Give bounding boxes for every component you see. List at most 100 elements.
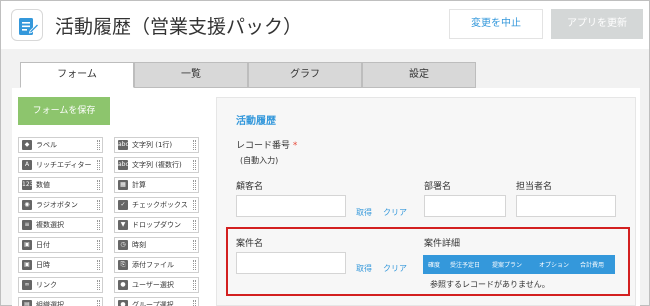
palette-item-label: ドロップダウン xyxy=(132,221,181,229)
palette-item-label: 日時 xyxy=(36,261,50,269)
cancel-changes-button[interactable]: 変更を中止 xyxy=(449,9,543,39)
number-icon: 123 xyxy=(22,180,34,190)
palette-item[interactable]: ◷ 時刻 xyxy=(114,237,199,253)
related-column: 受注予定日 xyxy=(450,262,481,269)
case-fetch-link[interactable]: 取得 xyxy=(356,263,372,274)
palette-item-label: ユーザー選択 xyxy=(132,281,174,289)
drag-handle-icon[interactable] xyxy=(97,160,100,170)
rich-editor-icon: A xyxy=(22,160,32,170)
calculator-icon: ▦ xyxy=(118,180,128,190)
checkbox-icon: ✓ xyxy=(118,200,128,210)
drag-handle-icon[interactable] xyxy=(97,180,100,190)
tab-list[interactable]: 一覧 xyxy=(134,62,248,88)
link-icon: ∞ xyxy=(22,280,32,290)
palette-item[interactable]: ▣ 日付 xyxy=(18,237,103,253)
drag-handle-icon[interactable] xyxy=(193,200,196,210)
update-app-button[interactable]: アプリを更新 xyxy=(551,9,643,39)
palette-item[interactable]: A リッチエディター xyxy=(18,157,103,173)
case-clear-link[interactable]: クリア xyxy=(383,263,407,274)
drag-handle-icon[interactable] xyxy=(97,240,100,250)
palette-item-label: 日付 xyxy=(36,241,50,249)
app-title: 活動履歴（営業支援パック） xyxy=(55,16,303,38)
person-label: 担当者名 xyxy=(516,182,553,192)
palette-item[interactable]: ◆ ラベル xyxy=(18,137,103,153)
related-column: オプション xyxy=(539,262,570,269)
related-column: 提案プラン xyxy=(492,262,523,269)
drag-handle-icon[interactable] xyxy=(193,220,196,230)
tab-form[interactable]: フォーム xyxy=(20,62,134,88)
drag-handle-icon[interactable] xyxy=(193,240,196,250)
palette-item[interactable]: ▦ 計算 xyxy=(114,177,199,193)
palette-item-label: ラジオボタン xyxy=(36,201,78,209)
related-records-header: 確度 受注予定日 提案プラン オプション 合計費用 xyxy=(423,255,615,274)
drag-handle-icon[interactable] xyxy=(193,280,196,290)
section-title: 活動履歴 xyxy=(236,116,276,127)
palette-item-label: グループ選択 xyxy=(132,301,174,306)
required-mark: * xyxy=(292,141,298,151)
settings-tabs: フォーム 一覧 グラフ 設定 xyxy=(20,62,478,88)
save-form-button[interactable]: フォームを保存 xyxy=(18,97,110,125)
case-input[interactable] xyxy=(236,252,346,274)
label-icon: ◆ xyxy=(22,140,32,150)
palette-item-label: リンク xyxy=(36,281,57,289)
palette-item[interactable]: ✓ チェックボックス xyxy=(114,197,199,213)
user-select-icon: ● xyxy=(118,280,128,290)
drag-handle-icon[interactable] xyxy=(97,260,100,270)
date-icon: ▣ xyxy=(22,240,32,250)
palette-item-label: 文字列 (1行) xyxy=(132,141,173,149)
text-multi-icon: abc xyxy=(118,160,129,170)
palette-item-label: 計算 xyxy=(132,181,146,189)
drag-handle-icon[interactable] xyxy=(97,280,100,290)
department-label: 部署名 xyxy=(424,182,452,192)
palette-item-label: 文字列 (複数行) xyxy=(132,161,182,169)
palette-item-label: 数値 xyxy=(36,181,50,189)
text-single-icon: abc xyxy=(118,140,129,150)
app-icon xyxy=(11,9,43,41)
palette-item[interactable]: ▼ ドロップダウン xyxy=(114,217,199,233)
dropdown-icon: ▼ xyxy=(118,220,128,230)
person-input[interactable] xyxy=(516,195,616,217)
palette-item-label: 複数選択 xyxy=(36,221,64,229)
auto-input-note: (自動入力) xyxy=(240,156,279,165)
drag-handle-icon[interactable] xyxy=(193,180,196,190)
attachment-icon: ⎘ xyxy=(118,260,128,270)
record-number-label: レコード番号 * xyxy=(236,141,298,151)
drag-handle-icon[interactable] xyxy=(97,200,100,210)
palette-item[interactable]: abc 文字列 (複数行) xyxy=(114,157,199,173)
palette-item[interactable]: ▣ 日時 xyxy=(18,257,103,273)
drag-handle-icon[interactable] xyxy=(97,220,100,230)
related-column: 確度 xyxy=(428,262,441,269)
palette-item-label: チェックボックス xyxy=(132,201,188,209)
palette-item[interactable]: ● グループ選択 xyxy=(114,297,199,306)
tab-graph[interactable]: グラフ xyxy=(248,62,362,88)
palette-item-label: リッチエディター xyxy=(36,161,92,169)
case-label: 案件名 xyxy=(236,239,264,249)
drag-handle-icon[interactable] xyxy=(97,300,100,306)
drag-handle-icon[interactable] xyxy=(97,140,100,150)
customer-input[interactable] xyxy=(236,195,346,217)
drag-handle-icon[interactable] xyxy=(193,260,196,270)
palette-item[interactable]: ∞ リンク xyxy=(18,277,103,293)
palette-item[interactable]: ◉ ラジオボタン xyxy=(18,197,103,213)
org-select-icon: ▤ xyxy=(22,300,32,306)
datetime-icon: ▣ xyxy=(22,260,32,270)
customer-fetch-link[interactable]: 取得 xyxy=(356,207,372,218)
palette-item[interactable]: ▤ 組織選択 xyxy=(18,297,103,306)
related-column: 合計費用 xyxy=(580,262,605,269)
department-input[interactable] xyxy=(424,195,506,217)
palette-item[interactable]: ⎘ 添付ファイル xyxy=(114,257,199,273)
palette-item[interactable]: ≡ 複数選択 xyxy=(18,217,103,233)
palette-item-label: 添付ファイル xyxy=(132,261,174,269)
palette-item[interactable]: 123 数値 xyxy=(18,177,103,193)
tab-settings[interactable]: 設定 xyxy=(362,62,476,88)
customer-clear-link[interactable]: クリア xyxy=(383,207,407,218)
drag-handle-icon[interactable] xyxy=(193,140,196,150)
palette-item-label: 組織選択 xyxy=(36,301,64,306)
multi-select-icon: ≡ xyxy=(22,220,32,230)
group-select-icon: ● xyxy=(118,300,128,306)
radio-icon: ◉ xyxy=(22,200,32,210)
drag-handle-icon[interactable] xyxy=(193,160,196,170)
palette-item[interactable]: ● ユーザー選択 xyxy=(114,277,199,293)
palette-item[interactable]: abc 文字列 (1行) xyxy=(114,137,199,153)
drag-handle-icon[interactable] xyxy=(193,300,196,306)
